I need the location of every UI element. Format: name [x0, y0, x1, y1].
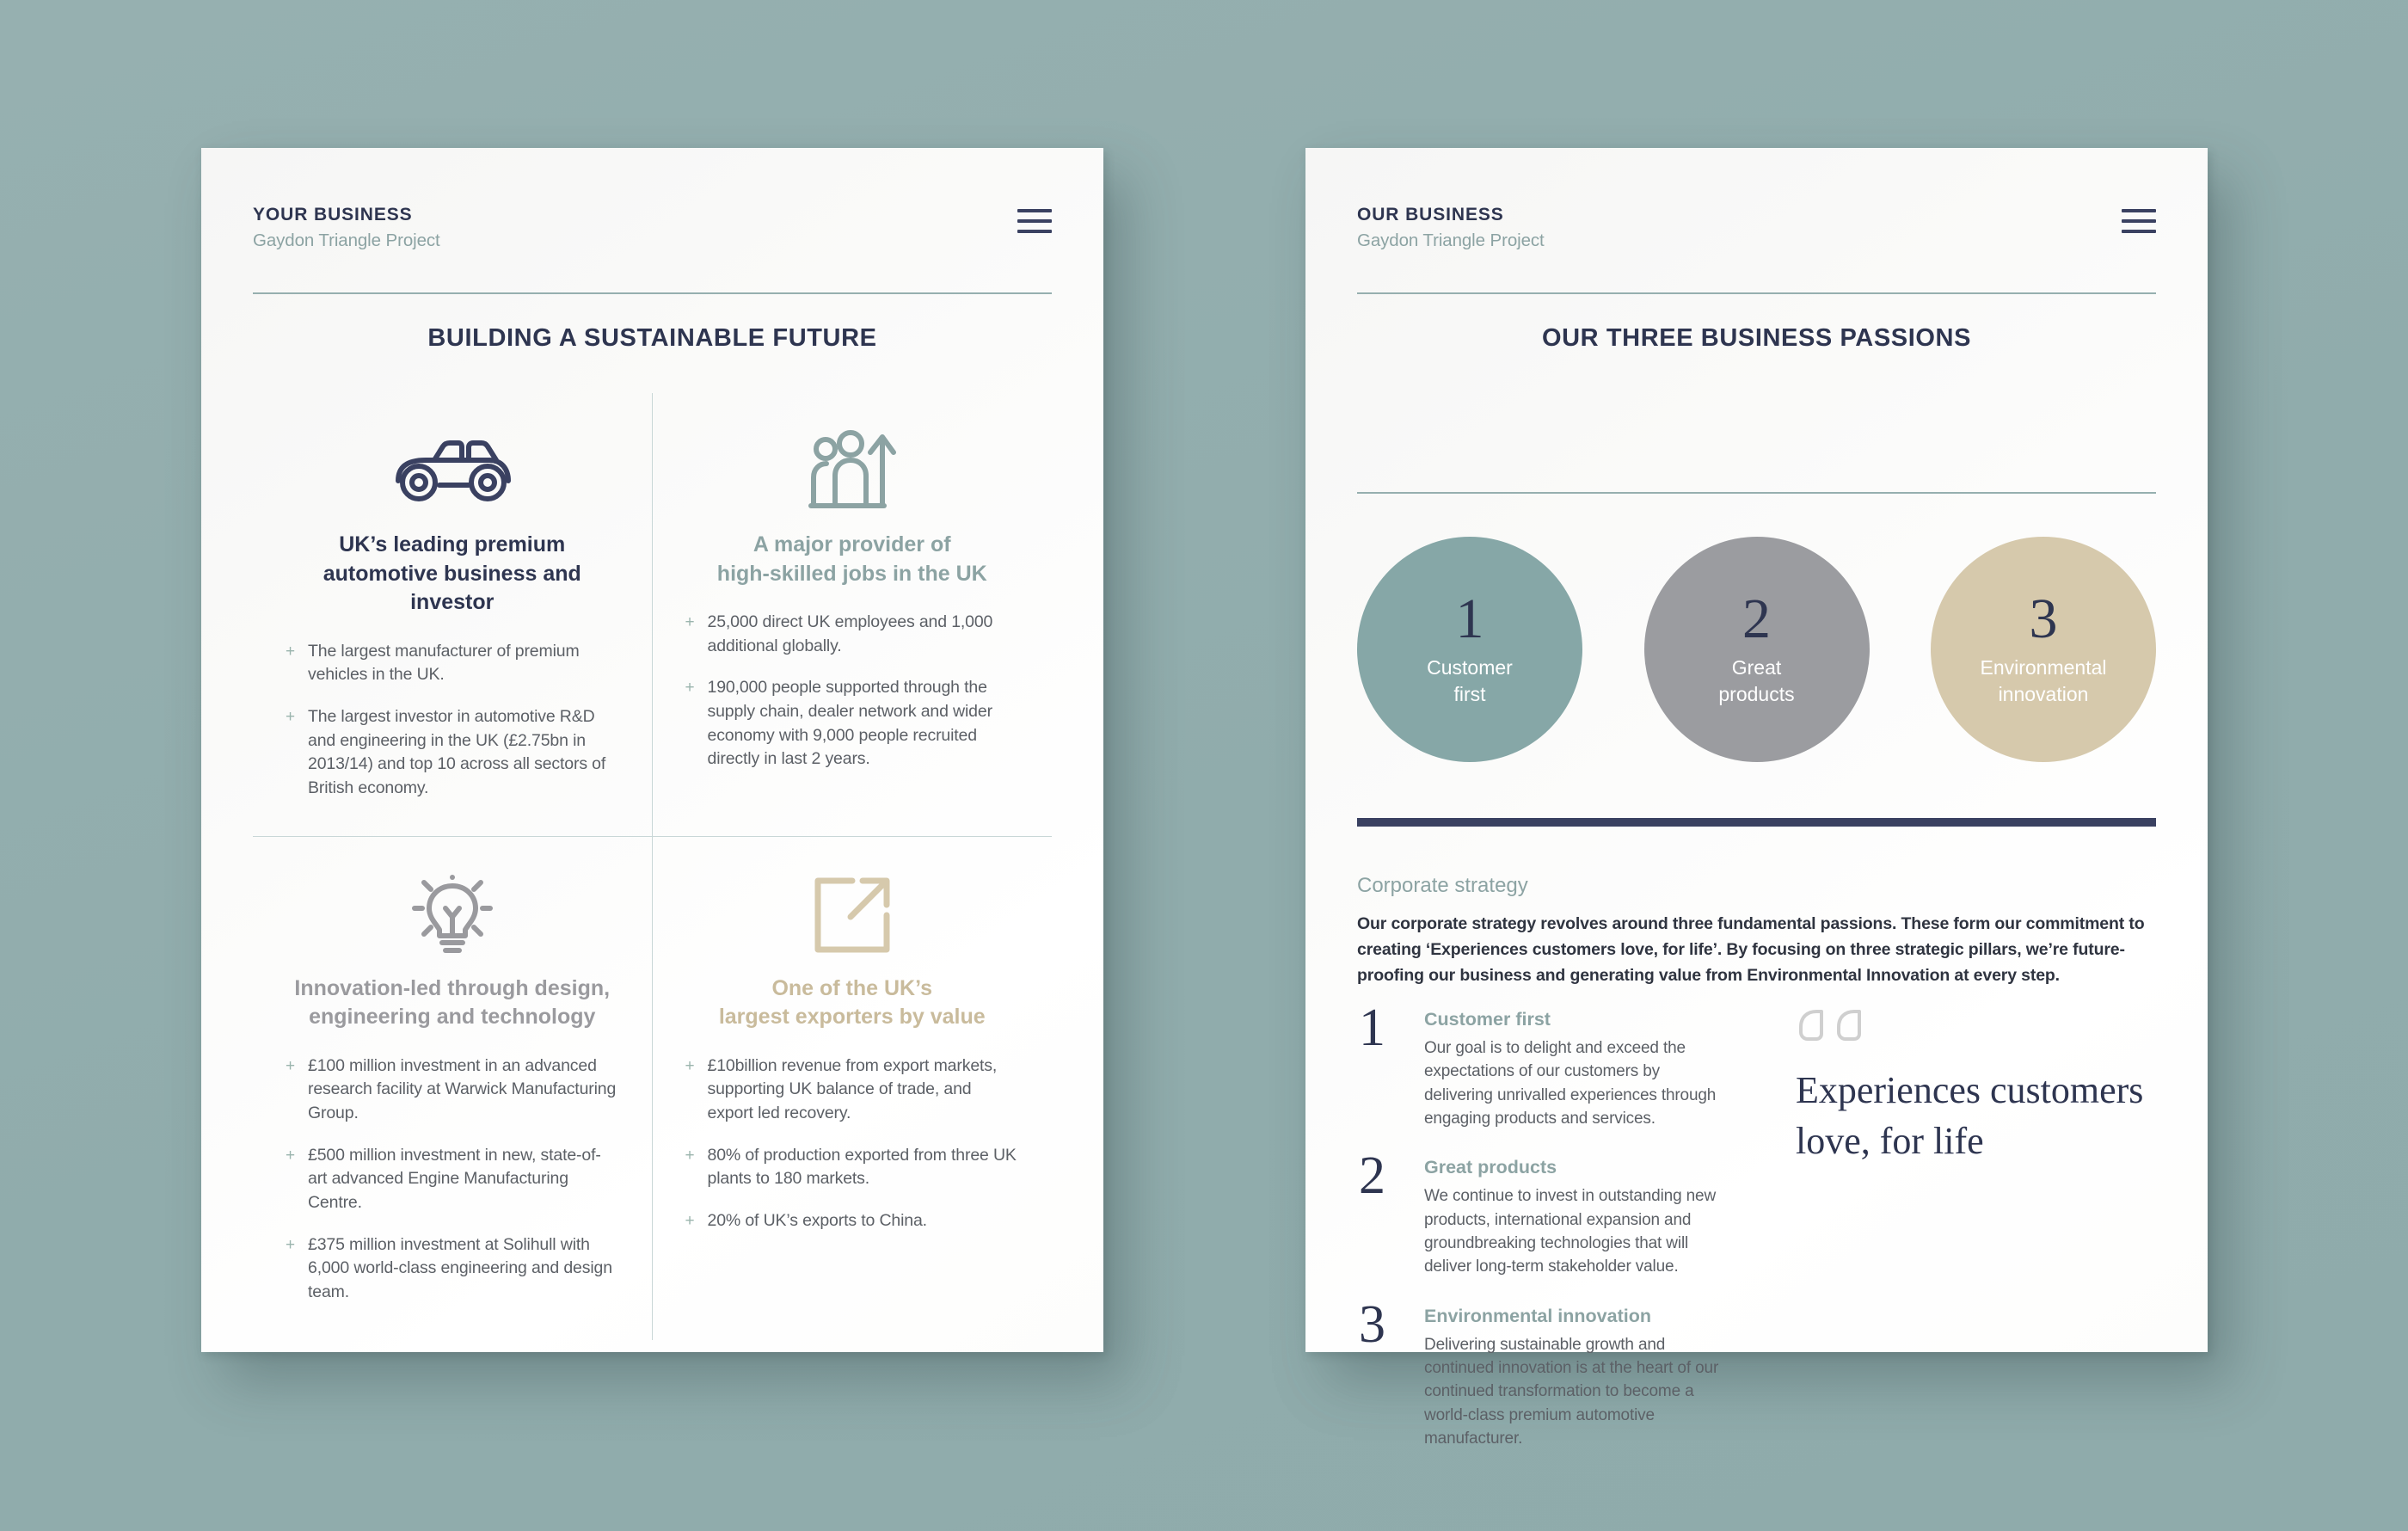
pillar-body: Our goal is to delight and exceed the ex…: [1424, 1038, 1717, 1128]
right-header-divider: [1357, 292, 2156, 294]
passion-circle-1[interactable]: 1 Customer first: [1357, 537, 1582, 762]
circle-number: 2: [1742, 587, 1771, 651]
pillar-customer-first: 1 Customer first Our goal is to delight …: [1357, 1001, 1729, 1130]
pillar-great-products: 2 Great products We continue to invest i…: [1357, 1149, 1729, 1278]
plus-icon: +: [286, 707, 295, 726]
right-brand-subtitle: Gaydon Triangle Project: [1357, 231, 1545, 251]
car-icon: [286, 421, 619, 522]
quadrant-exports: One of the UK’s largest exporters by valu…: [653, 837, 1053, 1340]
left-quadrant-grid: UK’s leading premium automotive business …: [253, 393, 1052, 1340]
bullet-item: + £500 million investment in new, state-o…: [286, 1144, 619, 1215]
pillar-title: Environmental innovation: [1424, 1305, 1651, 1326]
passion-circle-3[interactable]: 3 Environmental innovation: [1931, 537, 2156, 762]
bullet-text: £500 million investment in new, state-of…: [308, 1145, 601, 1213]
lightbulb-icon: [286, 864, 619, 966]
bullet-item: + The largest investor in automotive R&D …: [286, 705, 619, 801]
strategy-pillars: 1 Customer first Our goal is to delight …: [1357, 1001, 1729, 1476]
people-growth-icon: [685, 421, 1020, 522]
bullet-item: + The largest manufacturer of premium veh…: [286, 640, 619, 687]
left-brand: YOUR BUSINESS Gaydon Triangle Project: [253, 204, 440, 254]
passion-circles: 1 Customer first 2 Great products 3 Enviro…: [1357, 537, 2156, 762]
bullet-text: 25,000 direct UK employees and 1,000 add…: [707, 612, 993, 655]
bullet-item: + £100 million investment in an advanced …: [286, 1054, 619, 1126]
bullet-text: 20% of UK’s exports to China.: [707, 1211, 928, 1231]
bullet-item: + £375 million investment at Solihull wit…: [286, 1233, 619, 1305]
poster-stage: YOUR BUSINESS Gaydon Triangle Project BU…: [0, 0, 2408, 1531]
bullet-text: £100 million investment in an advanced r…: [308, 1055, 617, 1122]
pillar-environmental-innovation: 3 Environmental innovation Delivering su…: [1357, 1298, 1729, 1451]
corporate-strategy-heading: Corporate strategy: [1357, 874, 1528, 897]
bullet-text: 190,000 people supported through the sup…: [707, 678, 993, 769]
pillar-number: 3: [1359, 1294, 1385, 1354]
left-brand-subtitle: Gaydon Triangle Project: [253, 231, 440, 251]
bullet-text: £10billion revenue from export markets, …: [707, 1055, 998, 1122]
plus-icon: +: [685, 1146, 695, 1165]
hamburger-bar: [2122, 219, 2156, 223]
plus-icon: +: [286, 1235, 295, 1254]
plus-icon: +: [685, 1056, 695, 1075]
right-page-card: OUR BUSINESS Gaydon Triangle Project OUR…: [1305, 148, 2208, 1448]
left-page-title: BUILDING A SUSTAINABLE FUTURE: [427, 324, 877, 352]
plus-icon: +: [685, 1212, 695, 1231]
quadrant-bullets: + £100 million investment in an advanced …: [286, 1054, 619, 1305]
hamburger-bar: [2122, 209, 2156, 212]
pillar-body: We continue to invest in outstanding new…: [1424, 1187, 1717, 1276]
hamburger-bar: [1017, 219, 1052, 223]
pillar-number: 2: [1359, 1147, 1385, 1206]
circle-label: Customer first: [1427, 656, 1513, 705]
quadrant-bullets: + The largest manufacturer of premium veh…: [286, 640, 619, 801]
bullet-item: +80% of production exported from three U…: [685, 1144, 1020, 1191]
export-arrow-icon: [685, 864, 1020, 966]
hamburger-bar: [2122, 230, 2156, 233]
quadrant-heading: Innovation-led through design, engineerin…: [294, 975, 611, 1030]
quadrant-innovation: Innovation-led through design, engineerin…: [253, 836, 653, 1340]
bullet-item: +190,000 people supported through the su…: [685, 676, 1020, 772]
bullet-item: +25,000 direct UK employees and 1,000 ad…: [685, 611, 1020, 658]
passion-circle-2[interactable]: 2 Great products: [1643, 537, 1870, 762]
bullet-item: +20% of UK’s exports to China.: [685, 1209, 1020, 1233]
circle-number: 1: [1455, 587, 1484, 651]
quote-text: Experiences customers love, for life: [1796, 1069, 2144, 1162]
quadrant-automotive: UK’s leading premium automotive business …: [253, 393, 653, 837]
hamburger-bar: [1017, 209, 1052, 212]
hamburger-menu-icon[interactable]: [1017, 209, 1052, 233]
dark-divider-bar: [1357, 818, 2156, 827]
bullet-text: £375 million investment at Solihull with…: [308, 1234, 612, 1302]
left-brand-title: YOUR BUSINESS: [253, 205, 413, 224]
corporate-strategy-body: Our corporate strategy revolves around t…: [1357, 914, 2145, 985]
circle-label: Great products: [1718, 656, 1795, 705]
quadrant-heading: One of the UK’s largest exporters by valu…: [718, 975, 986, 1030]
circle-label: Environmental innovation: [1980, 656, 2107, 705]
quadrant-bullets: + £10billion revenue from export markets,…: [685, 1054, 1020, 1233]
pillar-title: Customer first: [1424, 1009, 1551, 1030]
plus-icon: +: [286, 1056, 295, 1075]
right-brand-title: OUR BUSINESS: [1357, 205, 1504, 224]
bullet-text: The largest investor in automotive R&D a…: [308, 706, 606, 797]
right-page-title: OUR THREE BUSINESS PASSIONS: [1541, 324, 1972, 352]
bullet-text: The largest manufacturer of premium vehi…: [308, 641, 580, 685]
plus-icon: +: [286, 1146, 295, 1165]
quadrant-bullets: +25,000 direct UK employees and 1,000 ad…: [685, 611, 1020, 772]
quadrant-heading: A major provider of high-skilled jobs in …: [716, 532, 987, 586]
plus-icon: +: [685, 613, 695, 631]
right-brand: OUR BUSINESS Gaydon Triangle Project: [1357, 204, 1545, 254]
bullet-item: + £10billion revenue from export markets,…: [685, 1054, 1020, 1126]
left-header-divider: [253, 292, 1052, 294]
quote-block: Experiences customers love, for life: [1796, 1008, 2157, 1166]
quadrant-heading: UK’s leading premium automotive business …: [322, 532, 581, 614]
circle-number: 3: [2029, 587, 2058, 651]
quadrant-jobs: A major provider of high-skilled jobs in …: [652, 393, 1052, 837]
left-page-card: YOUR BUSINESS Gaydon Triangle Project BU…: [201, 148, 1103, 1352]
plus-icon: +: [685, 679, 695, 698]
bullet-text: 80% of production exported from three UK…: [707, 1145, 1017, 1189]
pillar-number: 1: [1359, 999, 1385, 1057]
hamburger-menu-icon[interactable]: [2122, 209, 2156, 233]
plus-icon: +: [286, 642, 295, 661]
pillar-body: Delivering sustainable growth and contin…: [1424, 1335, 1719, 1448]
pillar-title: Great products: [1424, 1157, 1557, 1178]
quotation-mark-icon: [1796, 1008, 2157, 1047]
hamburger-bar: [1017, 230, 1052, 233]
right-secondary-divider: [1357, 492, 2156, 494]
